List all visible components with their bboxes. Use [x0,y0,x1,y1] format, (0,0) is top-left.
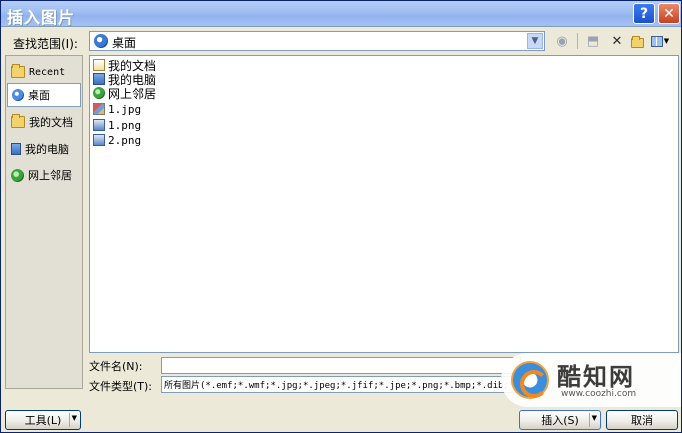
places-item-label: Recent [29,66,66,78]
look-in-dropdown[interactable]: 桌面 ▼ [89,31,545,51]
views-button[interactable]: ▼ [649,32,671,50]
jpg-file-icon [93,103,105,115]
network-icon [93,87,105,99]
toolbar-divider [577,33,578,49]
png-file-icon [93,134,105,146]
file-item[interactable]: 网上邻居 [93,86,157,101]
places-item-documents[interactable]: 我的文档 [7,110,81,134]
filename-label: 文件名(N): [89,360,143,373]
watermark-url: www.coozhi.com [561,389,637,399]
back-icon: ◉ [556,33,568,49]
window-title: 插入图片 [7,8,76,27]
cancel-button[interactable]: 取消 [606,410,678,430]
file-name: 1.jpg [108,102,142,116]
chevron-down-icon: ▼ [591,414,597,422]
watermark-logo-icon [511,361,549,399]
close-icon: ✕ [663,5,675,22]
file-name: 网上邻居 [108,86,157,101]
file-name: 1.png [108,118,142,132]
look-in-value: 桌面 [112,36,137,50]
views-caret-icon: ▼ [663,37,670,45]
tools-button-divider [69,413,70,427]
places-item-computer[interactable]: 我的电脑 [7,137,81,161]
cancel-button-label: 取消 [631,414,653,427]
tools-button-label: 工具(L) [24,414,62,427]
new-folder-icon [630,35,644,48]
back-button[interactable]: ◉ [554,32,570,50]
filetype-value: 所有图片(*.emf;*.wmf;*.jpg;*.jpeg;*.jfif;*.j… [164,381,515,391]
chevron-down-icon: ▼ [71,414,77,422]
file-item[interactable]: 2.png [93,133,141,147]
help-icon: ? [639,5,649,22]
help-button[interactable]: ? [633,3,655,24]
places-bar: Recent 桌面 我的文档 我的电脑 网上邻居 [5,55,83,389]
views-icon [650,35,663,47]
title-bar: 插入图片 ? ✕ [1,1,681,27]
filename-value [162,362,164,372]
desktop-icon [94,34,108,48]
delete-icon: ✕ [611,33,623,49]
delete-button[interactable]: ✕ [609,32,625,50]
insert-button[interactable]: 插入(S) ▼ [519,410,601,430]
file-item[interactable]: 1.jpg [93,102,141,116]
up-folder-button[interactable]: ⬒ [585,32,601,50]
insert-button-label: 插入(S) [541,414,579,427]
look-in-label: 查找范围(I): [13,37,78,51]
file-list[interactable]: 我的文档 我的电脑 网上邻居 1.jpg 1.png 2.png [89,55,679,353]
places-item-label: 网上邻居 [28,169,72,182]
places-item-desktop[interactable]: 桌面 [7,83,81,107]
folder-icon [11,64,25,78]
up-folder-icon: ⬒ [586,33,600,49]
places-item-label: 我的电脑 [25,143,69,156]
watermark: 酷知网 www.coozhi.com [501,353,681,407]
computer-icon [11,143,21,155]
places-item-label: 桌面 [28,89,50,102]
insert-picture-dialog: 插入图片 ? ✕ 查找范围(I): 桌面 ▼ ◉ ⬒ ✕ ▼ Recent 桌面… [0,0,682,433]
chevron-down-icon[interactable]: ▼ [527,33,543,49]
watermark-title: 酷知网 [557,363,635,391]
places-item-network[interactable]: 网上邻居 [7,163,81,187]
filetype-label: 文件类型(T): [89,380,153,393]
places-item-label: 我的文档 [29,116,73,129]
filetype-dropdown[interactable]: 所有图片(*.emf;*.wmf;*.jpg;*.jpeg;*.jfif;*.j… [161,376,521,393]
insert-button-divider [589,413,590,427]
tools-button[interactable]: 工具(L) ▼ [5,410,81,430]
desktop-icon [12,89,24,101]
network-icon [11,168,24,182]
documents-icon [93,59,105,71]
places-item-recent[interactable]: Recent [7,60,81,84]
computer-icon [93,73,105,85]
documents-icon [11,114,25,128]
close-button[interactable]: ✕ [658,3,680,24]
file-name: 2.png [108,133,142,147]
filename-input[interactable] [161,357,521,374]
file-item[interactable]: 1.png [93,118,141,132]
png-file-icon [93,119,105,131]
new-folder-button[interactable] [629,32,645,50]
